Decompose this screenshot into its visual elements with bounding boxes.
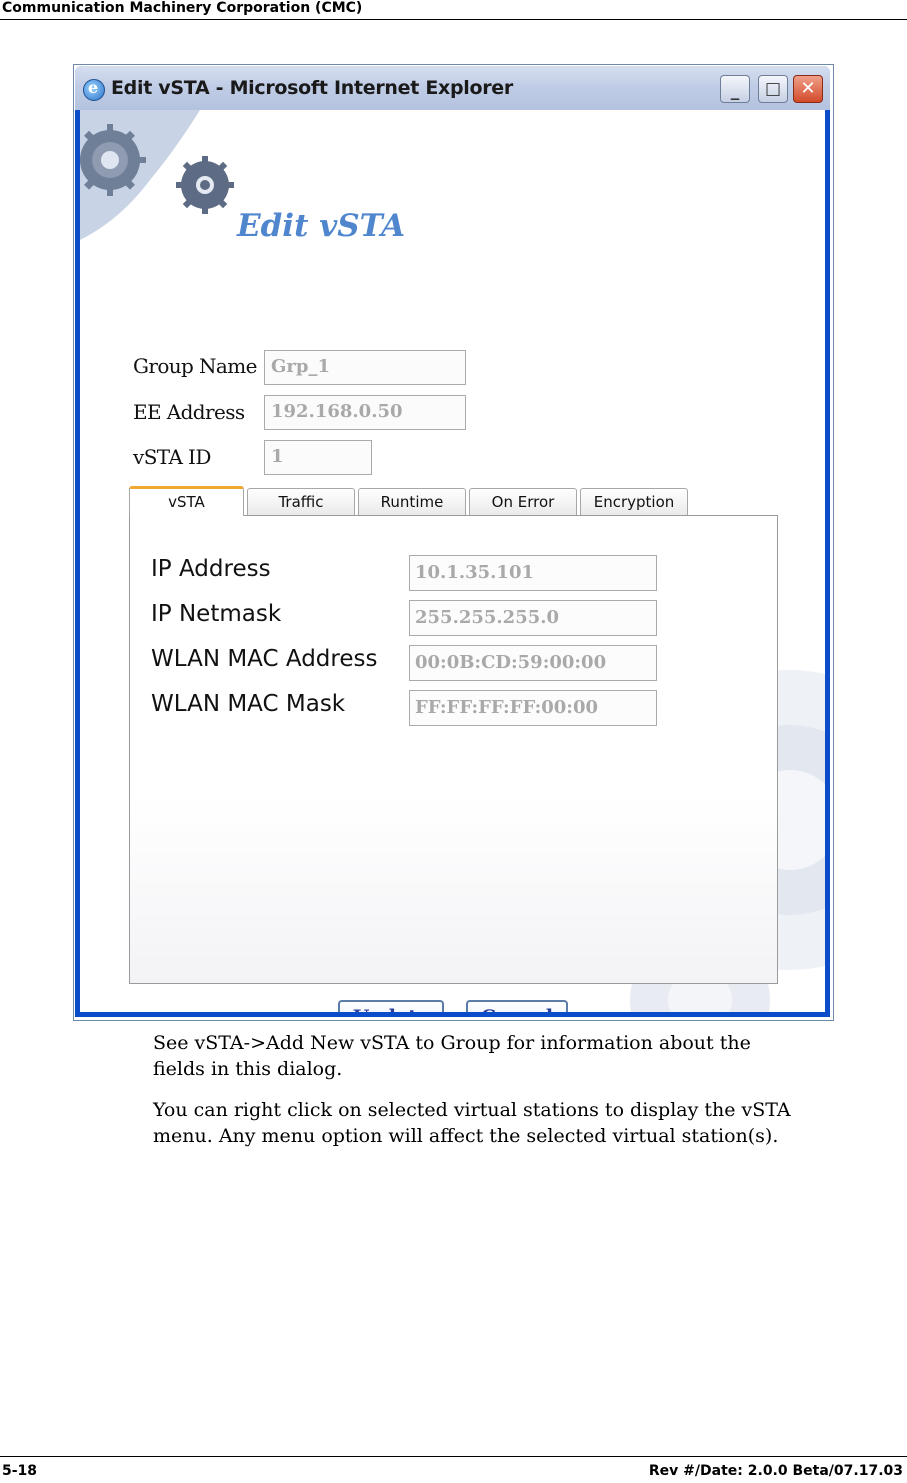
body-paragraph-2: You can right click on selected virtual … — [153, 1097, 791, 1149]
document-header: Communication Machinery Corporation (CMC… — [0, 0, 907, 20]
group-name-field[interactable]: Grp_1 — [264, 350, 466, 385]
body-line: menu. Any menu option will affect the se… — [153, 1125, 779, 1147]
close-icon: ✕ — [800, 78, 816, 99]
vsta-id-field[interactable]: 1 — [264, 440, 372, 475]
wlan-mac-mask-field[interactable]: FF:FF:FF:FF:00:00 — [409, 690, 657, 726]
minimize-icon: _ — [730, 81, 740, 101]
maximize-icon: □ — [764, 79, 782, 99]
window-title: Edit vSTA - Microsoft Internet Explorer — [111, 77, 513, 99]
body-line: See vSTA->Add New vSTA to Group for info… — [153, 1032, 751, 1054]
cancel-button[interactable]: Cancel — [466, 1000, 568, 1012]
tab-traffic[interactable]: Traffic — [247, 488, 355, 516]
body-paragraph-1: See vSTA->Add New vSTA to Group for info… — [153, 1030, 751, 1082]
ee-address-label: EE Address — [133, 400, 245, 424]
page-title: Edit vSTA — [237, 208, 406, 244]
internet-explorer-icon — [83, 78, 105, 101]
ie-window: Edit vSTA - Microsoft Internet Explorer … — [75, 66, 830, 1017]
minimize-button[interactable]: _ — [720, 75, 750, 103]
page-number: 5-18 — [2, 1463, 38, 1479]
tab-on-error[interactable]: On Error — [469, 488, 577, 516]
revision-date: Rev #/Date: 2.0.0 Beta/07.17.03 — [648, 1463, 903, 1479]
tab-runtime[interactable]: Runtime — [358, 488, 466, 516]
window-titlebar[interactable]: Edit vSTA - Microsoft Internet Explorer … — [75, 66, 830, 110]
maximize-button[interactable]: □ — [758, 75, 788, 103]
ip-address-field[interactable]: 10.1.35.101 — [409, 555, 657, 591]
tab-encryption[interactable]: Encryption — [580, 488, 688, 516]
wlan-mac-address-field[interactable]: 00:0B:CD:59:00:00 — [409, 645, 657, 681]
vsta-id-label: vSTA ID — [133, 445, 211, 469]
document-footer: 5-18 Rev #/Date: 2.0.0 Beta/07.17.03 — [0, 1456, 907, 1483]
header-text: Communication Machinery Corporation (CMC… — [2, 0, 363, 16]
group-name-label: Group Name — [133, 354, 257, 378]
vsta-tab-panel: IP Address 10.1.35.101 IP Netmask 255.25… — [129, 515, 778, 984]
ip-netmask-field[interactable]: 255.255.255.0 — [409, 600, 657, 636]
body-line: fields in this dialog. — [153, 1058, 343, 1080]
ee-address-field[interactable]: 192.168.0.50 — [264, 395, 466, 430]
ip-netmask-label: IP Netmask — [151, 601, 282, 627]
dialog-content: Edit vSTA Group Name Grp_1 EE Address 19… — [80, 110, 825, 1012]
close-button[interactable]: ✕ — [793, 75, 823, 103]
wlan-mac-mask-label: WLAN MAC Mask — [151, 691, 346, 717]
gear-icon — [80, 110, 234, 240]
body-line: You can right click on selected virtual … — [153, 1099, 791, 1121]
tab-vsta[interactable]: vSTA — [129, 486, 244, 516]
update-button[interactable]: Update — [338, 1000, 444, 1012]
ip-address-label: IP Address — [151, 556, 271, 582]
wlan-mac-address-label: WLAN MAC Address — [151, 646, 378, 672]
